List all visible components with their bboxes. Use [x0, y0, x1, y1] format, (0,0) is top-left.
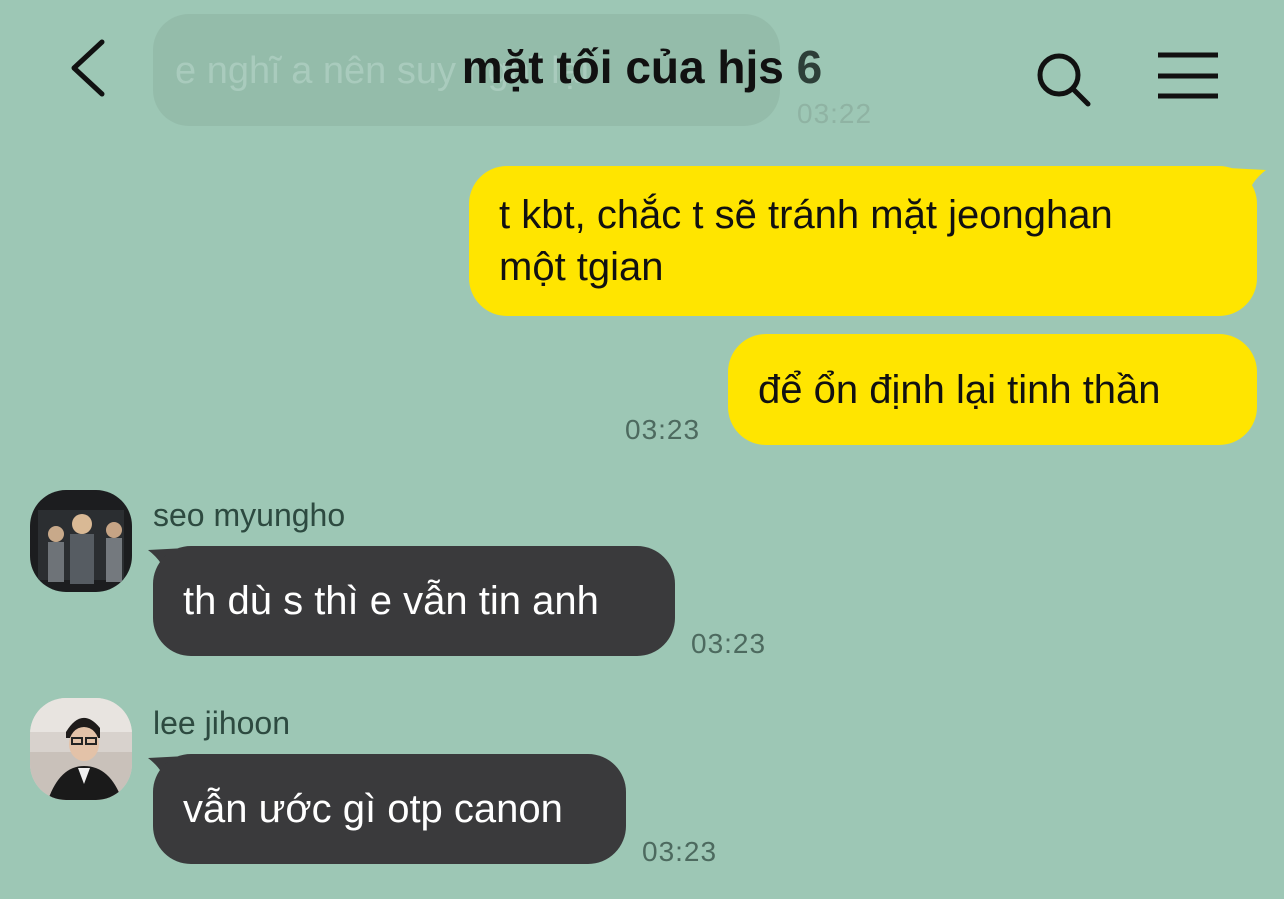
message-time: 03:23 [691, 628, 767, 659]
message-bubble-mine[interactable]: để ổn định lại tinh thần [728, 334, 1257, 445]
message-bubble-theirs[interactable]: th dù s thì e vẫn tin anh [153, 546, 675, 656]
message-bubble-theirs[interactable]: vẫn ước gì otp canon [153, 754, 626, 864]
message-line: một tgian [499, 245, 664, 289]
chat-title-text: mặt tối của hjs [461, 41, 784, 93]
message-time: 03:23 [625, 414, 701, 445]
message-time: 03:23 [642, 836, 718, 867]
sender-name: lee jihoon [153, 705, 290, 741]
message-text: để ổn định lại tinh thần [758, 367, 1161, 412]
message-text: vẫn ước gì otp canon [183, 787, 563, 831]
previous-message-time: 03:22 [797, 98, 873, 129]
member-count: 6 [796, 41, 823, 93]
avatar-seo-myungho[interactable] [30, 490, 132, 592]
message-text: th dù s thì e vẫn tin anh [183, 579, 599, 623]
message-line: t kbt, chắc t sẽ tránh mặt jeonghan [499, 193, 1113, 237]
message-bubble-mine[interactable]: t kbt, chắc t sẽ tránh mặt jeonghan một … [469, 166, 1257, 316]
menu-icon[interactable] [1154, 50, 1224, 104]
avatar-lee-jihoon[interactable] [30, 698, 132, 800]
sender-name: seo myungho [153, 497, 346, 533]
search-icon[interactable] [1032, 48, 1096, 112]
